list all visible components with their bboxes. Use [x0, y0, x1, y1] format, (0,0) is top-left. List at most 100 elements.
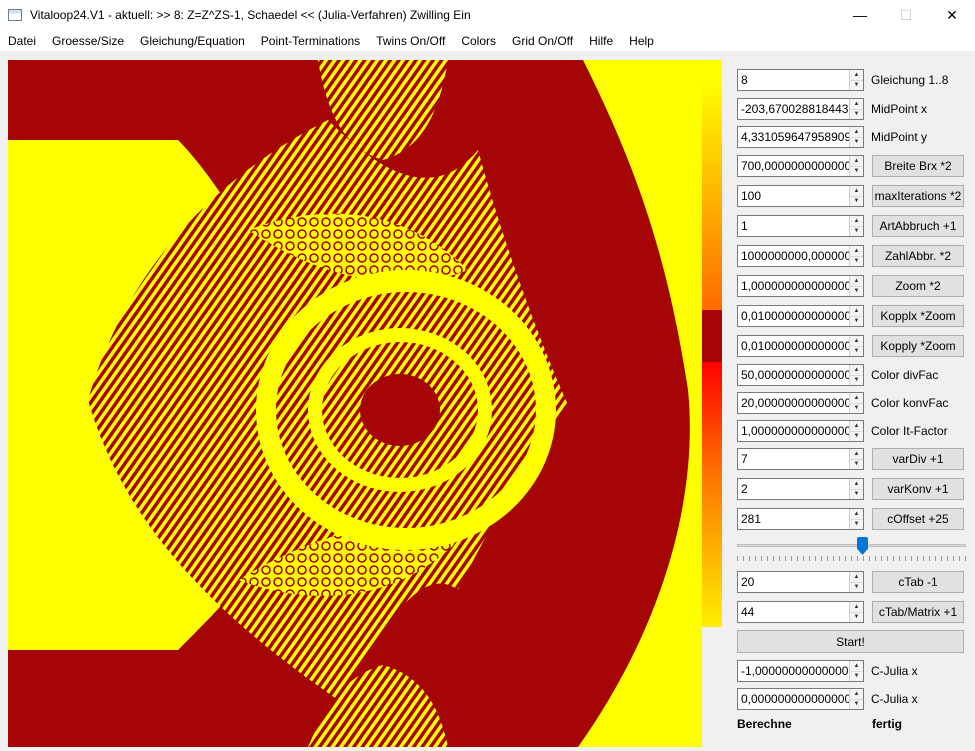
spin-down-icon[interactable]: ▼: [850, 165, 863, 176]
zahlabbr-spinbox[interactable]: 1000000000,00000000▲▼: [737, 245, 864, 267]
coffset-button[interactable]: cOffset +25: [872, 508, 964, 530]
spin-arrows[interactable]: ▲ ▼: [849, 602, 863, 622]
minimize-button[interactable]: —: [837, 0, 883, 30]
spin-arrows[interactable]: ▲ ▼: [849, 186, 863, 206]
spin-down-icon[interactable]: ▼: [850, 698, 863, 709]
spin-arrows[interactable]: ▲ ▼: [849, 276, 863, 296]
ctab-spinbox[interactable]: 20 ▲ ▼: [737, 571, 864, 593]
start-button[interactable]: Start!: [737, 630, 964, 653]
menu-groesse[interactable]: Groesse/Size: [44, 34, 132, 48]
spin-up-icon[interactable]: ▲: [850, 365, 863, 375]
spin-down-icon[interactable]: ▼: [850, 79, 863, 90]
spin-up-icon[interactable]: ▲: [850, 186, 863, 196]
spin-down-icon[interactable]: ▼: [850, 670, 863, 681]
color-it-factor-spinbox[interactable]: 1,0000000000000000 ▲ ▼: [737, 420, 864, 442]
spin-down-icon[interactable]: ▼: [850, 374, 863, 385]
ctab-matrix-button[interactable]: cTab/Matrix +1: [872, 601, 964, 623]
vardiv-value[interactable]: 7: [738, 449, 849, 469]
spin-arrows[interactable]: ▲ ▼: [849, 216, 863, 236]
zoom-value[interactable]: 1,0000000000000000: [738, 276, 849, 296]
spin-arrows[interactable]: ▲ ▼: [849, 306, 863, 326]
breite-button[interactable]: Breite Brx *2: [872, 155, 964, 177]
spin-down-icon[interactable]: ▼: [850, 195, 863, 206]
menu-datei[interactable]: Datei: [0, 34, 44, 48]
color-it-factor-value[interactable]: 1,0000000000000000: [738, 421, 849, 441]
c-julia-y-value[interactable]: 0,0000000000000000: [738, 689, 849, 709]
spin-down-icon[interactable]: ▼: [850, 430, 863, 441]
zoom-spinbox[interactable]: 1,0000000000000000 ▲ ▼: [737, 275, 864, 297]
varkonv-button[interactable]: varKonv +1: [872, 478, 964, 500]
menu-hilfe[interactable]: Hilfe: [581, 34, 621, 48]
coffset-value[interactable]: 281: [738, 509, 849, 529]
maximize-button[interactable]: ☐: [883, 0, 929, 30]
vardiv-spinbox[interactable]: 7 ▲ ▼: [737, 448, 864, 470]
spin-down-icon[interactable]: ▼: [850, 255, 863, 266]
spin-up-icon[interactable]: ▲: [850, 216, 863, 226]
spin-up-icon[interactable]: ▲: [850, 602, 863, 612]
c-julia-x-value[interactable]: -1,0000000000000000: [738, 661, 849, 681]
menu-colors[interactable]: Colors: [453, 34, 504, 48]
spin-up-icon[interactable]: ▲: [850, 689, 863, 699]
spin-up-icon[interactable]: ▲: [850, 509, 863, 519]
spin-down-icon[interactable]: ▼: [850, 402, 863, 413]
color-divfac-value[interactable]: 50,0000000000000000: [738, 365, 849, 385]
spin-down-icon[interactable]: ▼: [850, 108, 863, 119]
color-konvfac-value[interactable]: 20,0000000000000000: [738, 393, 849, 413]
midpoint-x-spinbox[interactable]: -203,67002881844382▲▼: [737, 98, 864, 120]
varkonv-spinbox[interactable]: 2 ▲ ▼: [737, 478, 864, 500]
spin-up-icon[interactable]: ▲: [850, 156, 863, 166]
spin-up-icon[interactable]: ▲: [850, 127, 863, 137]
menu-point-terminations[interactable]: Point-Terminations: [253, 34, 368, 48]
spin-arrows[interactable]: ▲ ▼: [849, 99, 863, 119]
kopplx-spinbox[interactable]: 0,0100000000000000 ▲ ▼: [737, 305, 864, 327]
kopplx-button[interactable]: Kopplx *Zoom: [872, 305, 964, 327]
color-divfac-spinbox[interactable]: 50,0000000000000000▲▼: [737, 364, 864, 386]
menu-help[interactable]: Help: [621, 34, 662, 48]
close-button[interactable]: ✕: [929, 0, 975, 30]
spin-down-icon[interactable]: ▼: [850, 136, 863, 147]
spin-down-icon[interactable]: ▼: [850, 315, 863, 326]
slider-track[interactable]: [737, 544, 966, 547]
gleichung-value[interactable]: 8: [738, 70, 849, 90]
spin-arrows[interactable]: ▲ ▼: [849, 449, 863, 469]
kopply-spinbox[interactable]: 0,0100000000000000 ▲ ▼: [737, 335, 864, 357]
spin-arrows[interactable]: ▲ ▼: [849, 246, 863, 266]
gleichung-spinbox[interactable]: 8 ▲ ▼: [737, 69, 864, 91]
c-julia-y-spinbox[interactable]: 0,0000000000000000 ▲ ▼: [737, 688, 864, 710]
menu-gleichung[interactable]: Gleichung/Equation: [132, 34, 253, 48]
ctab-value[interactable]: 20: [738, 572, 849, 592]
slider-thumb[interactable]: [857, 537, 868, 555]
zoom-button[interactable]: Zoom *2: [872, 275, 964, 297]
ctab-button[interactable]: cTab -1: [872, 571, 964, 593]
spin-up-icon[interactable]: ▲: [850, 336, 863, 346]
vardiv-button[interactable]: varDiv +1: [872, 448, 964, 470]
kopply-button[interactable]: Kopply *Zoom: [872, 335, 964, 357]
spin-arrows[interactable]: ▲ ▼: [849, 70, 863, 90]
spin-up-icon[interactable]: ▲: [850, 306, 863, 316]
spin-down-icon[interactable]: ▼: [850, 458, 863, 469]
spin-arrows[interactable]: ▲ ▼: [849, 127, 863, 147]
spin-arrows[interactable]: ▲ ▼: [849, 689, 863, 709]
spin-arrows[interactable]: ▲ ▼: [849, 479, 863, 499]
spin-down-icon[interactable]: ▼: [850, 488, 863, 499]
spin-arrows[interactable]: ▲ ▼: [849, 393, 863, 413]
menu-twins[interactable]: Twins On/Off: [368, 34, 453, 48]
maxiterations-value[interactable]: 100: [738, 186, 849, 206]
varkonv-value[interactable]: 2: [738, 479, 849, 499]
maxiterations-button[interactable]: maxIterations *2: [872, 185, 964, 207]
spin-up-icon[interactable]: ▲: [850, 421, 863, 431]
artabbruch-value[interactable]: 1: [738, 216, 849, 236]
fractal-canvas[interactable]: [8, 60, 722, 747]
artabbruch-button[interactable]: ArtAbbruch +1: [872, 215, 964, 237]
spin-arrows[interactable]: ▲ ▼: [849, 509, 863, 529]
spin-up-icon[interactable]: ▲: [850, 661, 863, 671]
artabbruch-spinbox[interactable]: 1 ▲ ▼: [737, 215, 864, 237]
spin-up-icon[interactable]: ▲: [850, 479, 863, 489]
spin-up-icon[interactable]: ▲: [850, 449, 863, 459]
spin-down-icon[interactable]: ▼: [850, 518, 863, 529]
spin-down-icon[interactable]: ▼: [850, 345, 863, 356]
spin-arrows[interactable]: ▲ ▼: [849, 661, 863, 681]
spin-arrows[interactable]: ▲ ▼: [849, 421, 863, 441]
ctab-matrix-value[interactable]: 44: [738, 602, 849, 622]
spin-arrows[interactable]: ▲ ▼: [849, 572, 863, 592]
